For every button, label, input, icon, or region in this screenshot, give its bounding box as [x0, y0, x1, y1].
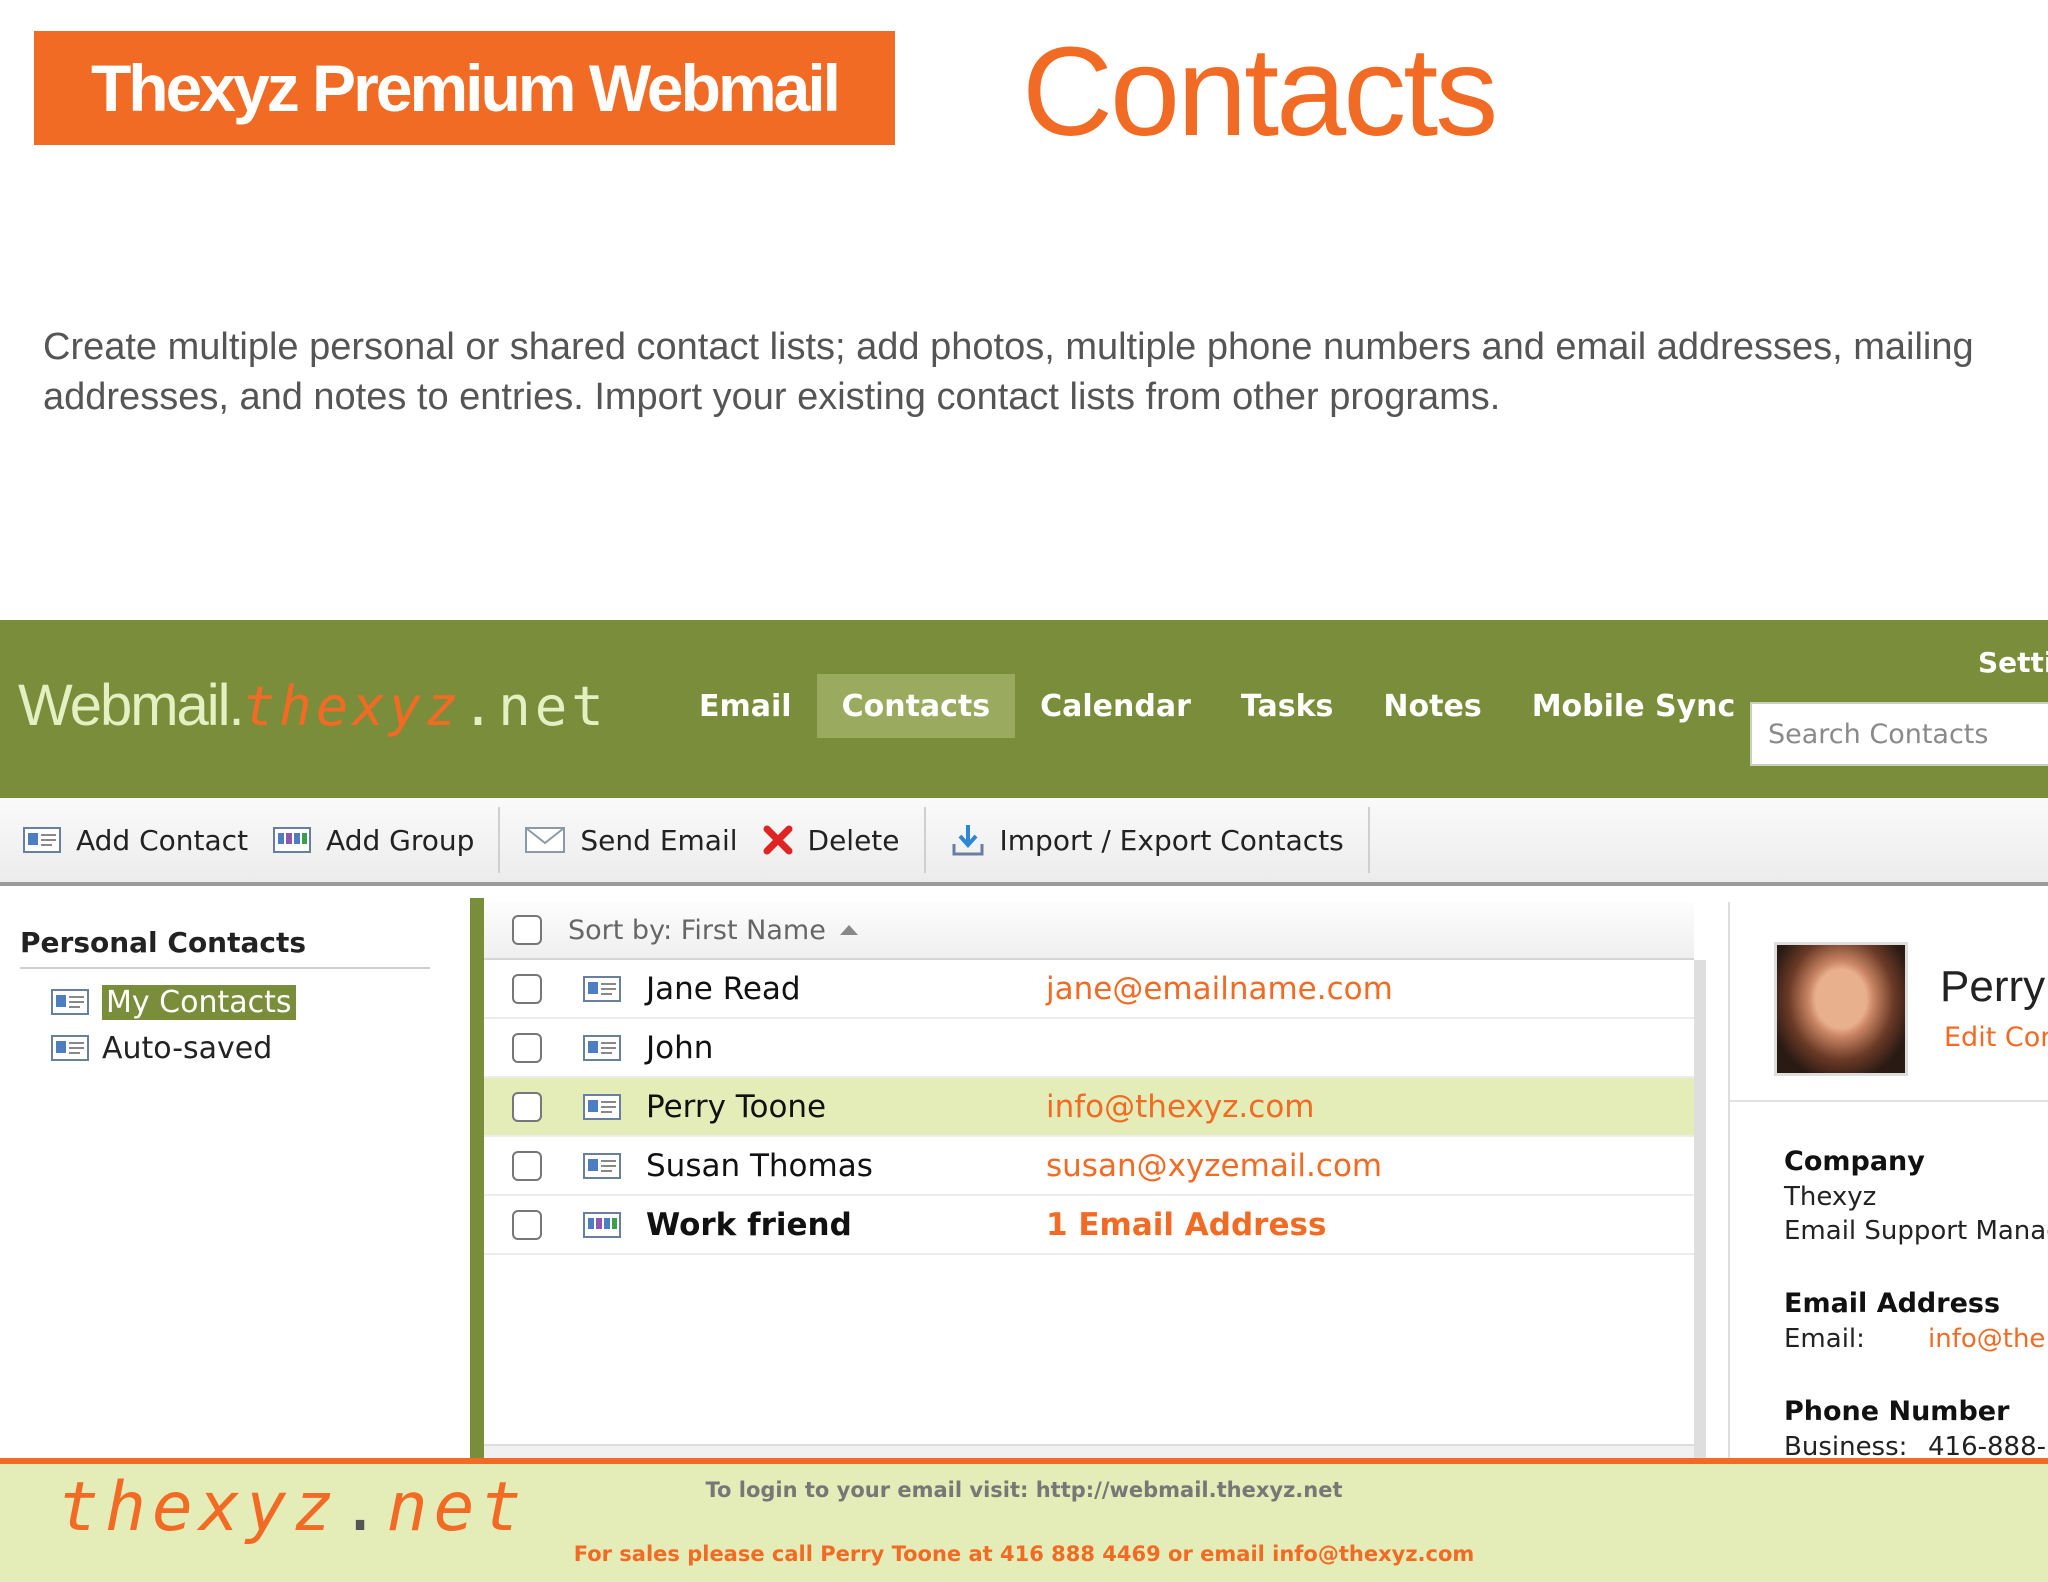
- group-icon: [272, 824, 312, 856]
- table-row[interactable]: Jane Read jane@emailname.com: [484, 960, 1694, 1019]
- settings-link[interactable]: Settin: [1978, 646, 2048, 679]
- list-scrollbar[interactable]: [1694, 960, 1706, 1458]
- logo-webmail: Webmail.: [18, 673, 245, 738]
- select-all-checkbox[interactable]: [512, 915, 542, 945]
- contact-card-icon: [582, 1150, 622, 1182]
- row-checkbox[interactable]: [512, 1091, 542, 1122]
- import-export-icon: [950, 822, 986, 858]
- row-checkbox[interactable]: [512, 1032, 542, 1063]
- search-contacts-input[interactable]: [1752, 704, 2048, 764]
- intro-text: Create multiple personal or shared conta…: [43, 326, 1974, 418]
- edit-contact-link[interactable]: Edit Con: [1944, 1022, 2048, 1053]
- table-row[interactable]: Perry Toone info@thexyz.com: [484, 1078, 1694, 1137]
- brand-banner: Thexyz Premium Webmail: [34, 31, 895, 145]
- email-label: Email:: [1784, 1324, 1865, 1354]
- phone-label: Business:: [1784, 1432, 1908, 1458]
- nav-notes[interactable]: Notes: [1358, 674, 1506, 738]
- delete-button[interactable]: Delete: [750, 809, 912, 871]
- company-name: Thexyz: [1784, 1182, 1877, 1212]
- toolbar: Add Contact Add Group Send Email Delete …: [0, 798, 2048, 886]
- logo-net: .net: [461, 675, 608, 738]
- contact-email[interactable]: susan@xyzemail.com: [1046, 1148, 1382, 1184]
- sidebar-item-label: My Contacts: [102, 984, 296, 1020]
- company-heading: Company: [1784, 1146, 1925, 1177]
- group-name: Work friend: [646, 1206, 852, 1243]
- detail-contact-name: Perry: [1940, 962, 2046, 1011]
- nav-calendar[interactable]: Calendar: [1015, 674, 1216, 738]
- row-checkbox[interactable]: [512, 1209, 542, 1240]
- group-email-count[interactable]: 1 Email Address: [1046, 1207, 1326, 1243]
- list-footer-bar: [484, 1444, 1694, 1458]
- job-title: Email Support Manag: [1784, 1216, 2048, 1246]
- table-row[interactable]: John: [484, 1019, 1694, 1078]
- contact-name: John: [646, 1029, 714, 1066]
- sidebar-title: Personal Contacts: [20, 926, 430, 969]
- contact-photo: [1774, 942, 1908, 1076]
- brand-title: Thexyz Premium Webmail: [90, 51, 841, 125]
- import-export-button[interactable]: Import / Export Contacts: [938, 809, 1356, 871]
- contact-list: Sort by: First Name Jane Read jane@email…: [484, 902, 1706, 1458]
- toolbar-separator: [923, 807, 926, 873]
- contact-email[interactable]: info@thexyz.com: [1046, 1089, 1315, 1125]
- envelope-icon: [524, 824, 566, 856]
- sidebar-item-my-contacts[interactable]: My Contacts: [50, 982, 296, 1022]
- contact-card-icon: [582, 1091, 622, 1123]
- sort-by-label[interactable]: Sort by: First Name: [568, 915, 826, 946]
- table-row[interactable]: Work friend 1 Email Address: [484, 1196, 1694, 1255]
- contact-name: Susan Thomas: [646, 1147, 873, 1184]
- contact-card-icon: [22, 824, 62, 856]
- app-logo[interactable]: Webmail. thexyz .net: [18, 672, 608, 752]
- add-contact-button[interactable]: Add Contact: [10, 809, 260, 871]
- add-group-button[interactable]: Add Group: [260, 809, 486, 871]
- delete-label: Delete: [807, 823, 900, 857]
- send-email-label: Send Email: [580, 823, 738, 857]
- search-box: [1750, 702, 2048, 766]
- import-export-label: Import / Export Contacts: [999, 823, 1344, 857]
- email-value[interactable]: info@the:: [1928, 1324, 2048, 1354]
- sidebar-item-auto-saved[interactable]: Auto-saved: [50, 1028, 272, 1068]
- nav-contacts[interactable]: Contacts: [816, 674, 1016, 738]
- email-address-heading: Email Address: [1784, 1288, 2001, 1319]
- footer-sales-text: For sales please call Perry Toone at 416…: [573, 1542, 1475, 1566]
- toolbar-separator: [1367, 807, 1370, 873]
- contact-card-icon: [582, 973, 622, 1005]
- contact-details: Perry Edit Con Company Thexyz Email Supp…: [1730, 902, 2048, 1458]
- sidebar-item-label: Auto-saved: [102, 1030, 273, 1066]
- sidebar: Personal Contacts My Contacts Auto-saved: [0, 902, 470, 1458]
- table-row[interactable]: Susan Thomas susan@xyzemail.com: [484, 1137, 1694, 1196]
- send-email-button[interactable]: Send Email: [512, 809, 749, 871]
- phone-number-heading: Phone Number: [1784, 1396, 2010, 1427]
- main-nav: Email Contacts Calendar Tasks Notes Mobi…: [674, 674, 1760, 738]
- nav-email[interactable]: Email: [674, 674, 817, 738]
- page-heading: Contacts: [1022, 21, 1498, 162]
- contact-card-icon: [582, 1032, 622, 1064]
- details-divider-line: [1730, 1100, 2048, 1102]
- toolbar-separator: [498, 807, 501, 873]
- group-icon: [582, 1209, 622, 1241]
- phone-value: 416-888-: [1928, 1432, 2047, 1458]
- footer-login-text: To login to your email visit: http://web…: [705, 1478, 1343, 1502]
- logo-thexyz: thexyz: [242, 675, 462, 738]
- delete-x-icon: [762, 824, 794, 856]
- contact-card-icon: [50, 1032, 90, 1064]
- list-header: Sort by: First Name: [484, 902, 1694, 960]
- add-contact-label: Add Contact: [76, 823, 249, 857]
- pane-divider[interactable]: [470, 898, 484, 1458]
- contact-name: Perry Toone: [646, 1088, 827, 1125]
- contact-name: Jane Read: [646, 970, 801, 1007]
- nav-tasks[interactable]: Tasks: [1216, 674, 1359, 738]
- contact-email[interactable]: jane@emailname.com: [1046, 971, 1393, 1007]
- contact-card-icon: [50, 986, 90, 1018]
- row-checkbox[interactable]: [512, 1150, 542, 1181]
- sort-arrow-icon[interactable]: [839, 925, 858, 935]
- nav-mobile-sync[interactable]: Mobile Sync: [1507, 674, 1761, 738]
- add-group-label: Add Group: [326, 823, 475, 857]
- row-checkbox[interactable]: [512, 973, 542, 1004]
